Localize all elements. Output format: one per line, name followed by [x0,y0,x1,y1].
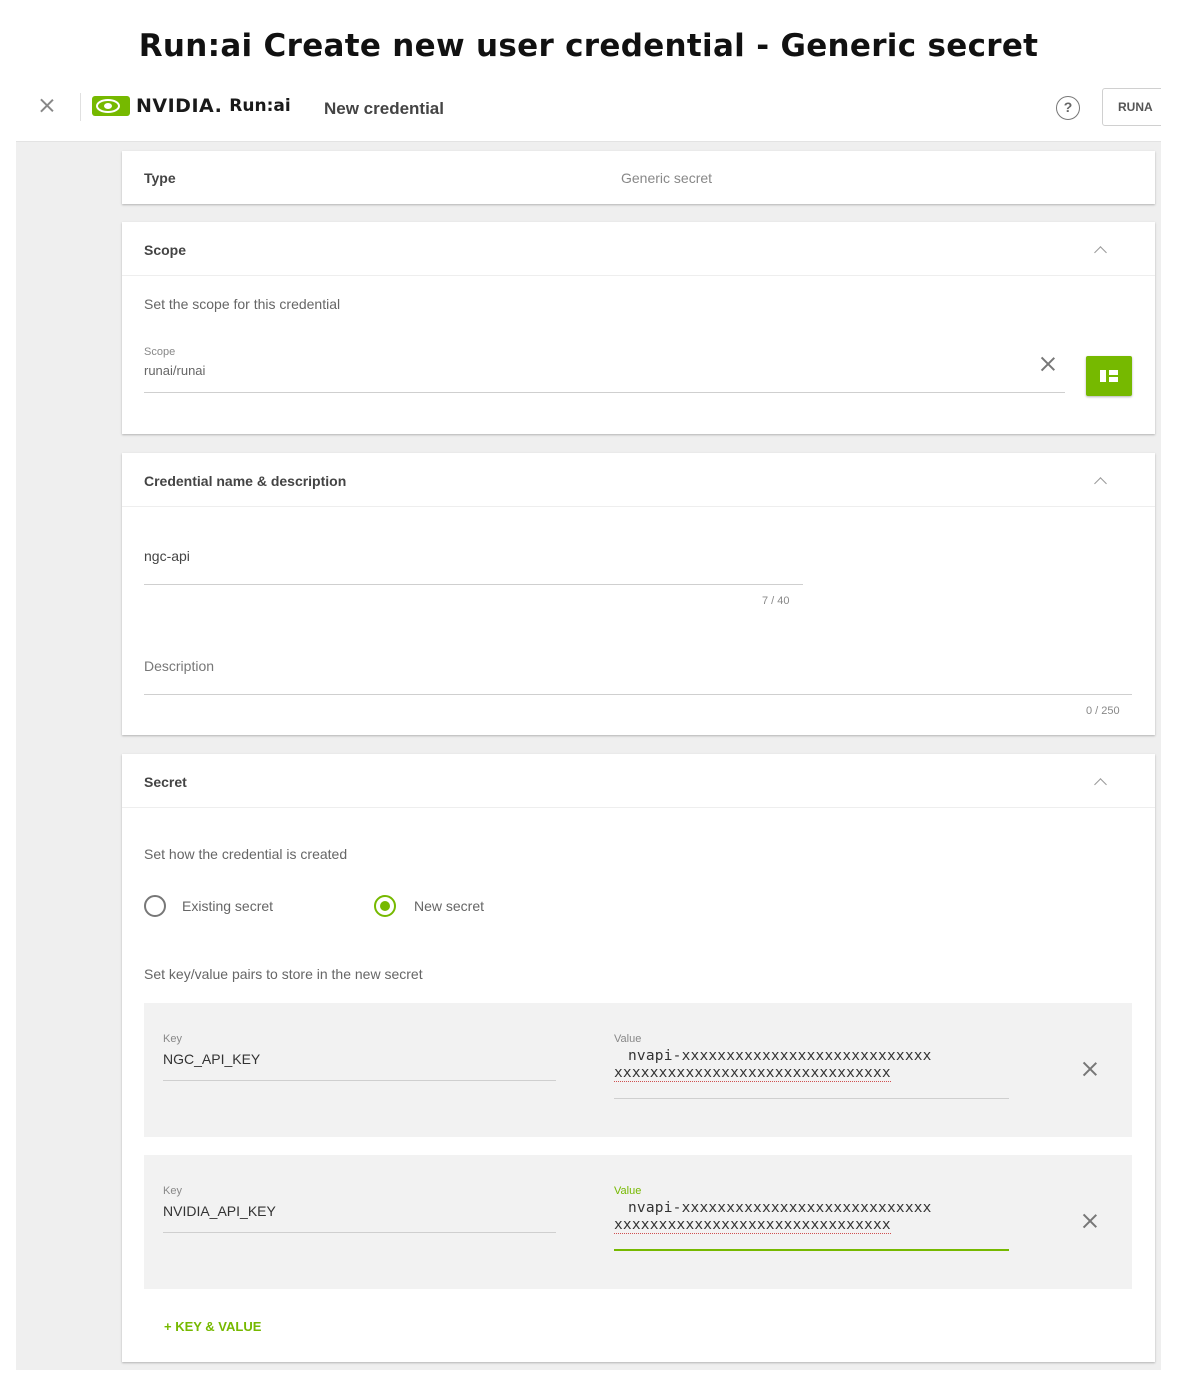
scope-field-label: Scope [144,346,176,358]
brand-runai: Run:ai [229,96,291,116]
close-icon[interactable] [36,95,58,117]
radio-new-secret-label[interactable]: New secret [414,898,484,914]
app-window: NVIDIA. Run:ai New credential ? RUNA Typ… [16,73,1161,1370]
add-key-value-button[interactable]: + KEY & VALUE [164,1319,261,1334]
nvidia-runai-logo: NVIDIA. Run:ai [92,95,291,117]
clear-scope-icon[interactable] [1039,355,1057,373]
remove-pair-icon[interactable] [1081,1212,1099,1230]
key-label: Key [163,1185,182,1197]
key-underline [163,1080,556,1081]
divider [80,93,81,121]
scope-tree-button[interactable] [1086,356,1132,396]
page-heading: Run:ai Create new user credential - Gene… [138,28,1039,64]
chevron-up-icon[interactable] [1094,244,1106,256]
secret-header[interactable]: Secret [122,754,1155,808]
value-input[interactable]: nvapi-xxxxxxxxxxxxxxxxxxxxxxxxxxxx xxxxx… [614,1048,1009,1096]
credential-name-card: Credential name & description ngc-api 7 … [122,453,1155,735]
value-label-focused: Value [614,1185,642,1197]
remove-pair-icon[interactable] [1081,1060,1099,1078]
key-label: Key [163,1033,182,1045]
scope-field-underline [144,392,1065,393]
chevron-up-icon[interactable] [1094,475,1106,487]
value-line-2: xxxxxxxxxxxxxxxxxxxxxxxxxxxxxxx [614,1065,891,1082]
org-selector[interactable]: RUNA [1102,88,1161,126]
kv-instructions: Set key/value pairs to store in the new … [144,966,423,982]
secret-card: Secret Set how the credential is created… [122,754,1155,1362]
scope-card: Scope Set the scope for this credential … [122,222,1155,434]
radio-existing-secret-label[interactable]: Existing secret [182,898,273,914]
scope-description: Set the scope for this credential [144,296,341,312]
kv-pair: Key NGC_API_KEY Value nvapi-xxxxxxxxxxxx… [144,1003,1132,1137]
value-label: Value [614,1033,642,1045]
radio-existing-secret[interactable] [144,895,166,917]
value-line-1: nvapi-xxxxxxxxxxxxxxxxxxxxxxxxxxxx [628,1200,932,1216]
description-counter: 0 / 250 [1086,705,1120,717]
credential-name-header[interactable]: Credential name & description [122,453,1155,507]
secret-title: Secret [144,774,187,790]
value-underline [614,1098,1009,1099]
credential-name-counter: 7 / 40 [762,595,790,607]
kv-pair: Key NVIDIA_API_KEY Value nvapi-xxxxxxxxx… [144,1155,1132,1289]
org-tree-icon [1100,370,1118,382]
top-bar: NVIDIA. Run:ai New credential ? RUNA [16,73,1161,142]
value-line-2: xxxxxxxxxxxxxxxxxxxxxxxxxxxxxxx [614,1217,891,1234]
credential-name-title: Credential name & description [144,473,347,489]
secret-description: Set how the credential is created [144,846,348,862]
key-input[interactable]: NVIDIA_API_KEY [163,1203,276,1219]
key-underline [163,1232,556,1233]
key-input[interactable]: NGC_API_KEY [163,1051,260,1067]
type-value: Generic secret [621,170,713,186]
scope-field[interactable]: runai/runai [144,363,205,378]
credential-name-underline [144,584,803,585]
chevron-up-icon[interactable] [1094,776,1106,788]
scope-header[interactable]: Scope [122,222,1155,276]
scope-title: Scope [144,242,187,258]
type-label: Type [144,170,176,186]
radio-new-secret[interactable] [374,895,396,917]
page-title: New credential [324,99,444,118]
type-card: Type Generic secret [122,151,1155,204]
value-underline-focused [614,1249,1009,1251]
description-underline [144,694,1132,695]
brand-nvidia: NVIDIA. [136,95,223,117]
credential-name-input[interactable]: ngc-api [144,548,190,564]
description-input[interactable]: Description [144,658,214,674]
value-input[interactable]: nvapi-xxxxxxxxxxxxxxxxxxxxxxxxxxxx xxxxx… [614,1200,1009,1248]
value-line-1: nvapi-xxxxxxxxxxxxxxxxxxxxxxxxxxxx [628,1048,932,1064]
help-icon[interactable]: ? [1056,96,1080,120]
nvidia-eye-icon [92,96,130,116]
